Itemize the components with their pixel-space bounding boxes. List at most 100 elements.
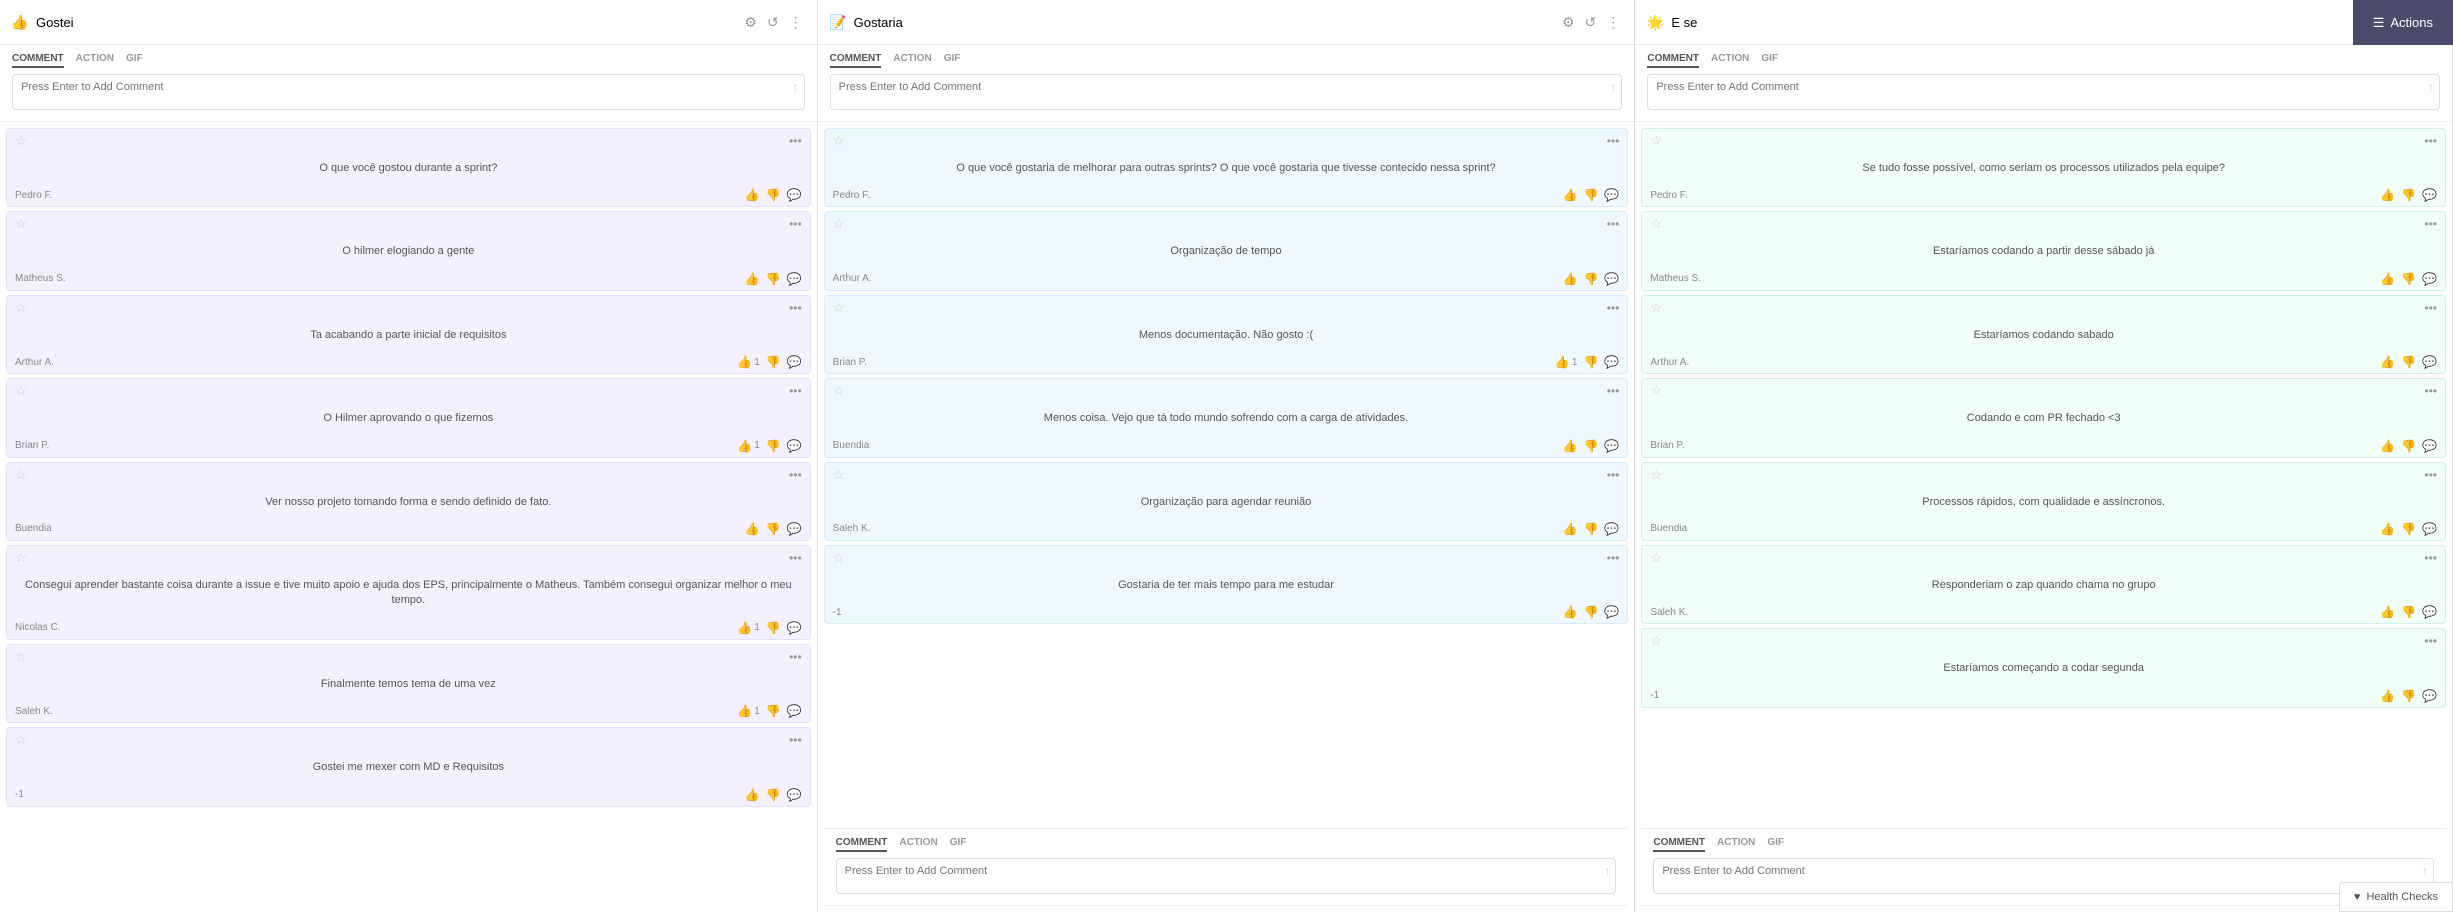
- tab-gif-gostaria[interactable]: GIF: [944, 53, 961, 68]
- comment-input-gostaria-bottom[interactable]: [836, 858, 1617, 894]
- tab-comment-gostaria[interactable]: COMMENT: [830, 53, 882, 68]
- menu-gostaria-4[interactable]: •••: [1607, 384, 1620, 398]
- star-ese-4[interactable]: ☆: [1650, 383, 1662, 399]
- dislike-ese-6[interactable]: 👎: [2401, 605, 2416, 619]
- refresh-icon-gostaria[interactable]: ↺: [1583, 12, 1599, 33]
- comment-gostei-1[interactable]: 💬: [787, 188, 802, 202]
- dislike-gostei-5[interactable]: 👎: [766, 522, 781, 536]
- like-gostei-2[interactable]: 👍: [745, 272, 760, 286]
- dislike-gostei-1[interactable]: 👎: [766, 188, 781, 202]
- comment-ese-1[interactable]: 💬: [2422, 188, 2437, 202]
- menu-gostei-8[interactable]: •••: [789, 733, 802, 747]
- comment-gostaria-3[interactable]: 💬: [1604, 355, 1619, 369]
- star-gostei-4[interactable]: ☆: [15, 383, 27, 399]
- menu-gostei-2[interactable]: •••: [789, 217, 802, 231]
- dislike-gostaria-6[interactable]: 👎: [1583, 605, 1598, 619]
- menu-icon-gostaria[interactable]: ⋮: [1604, 12, 1622, 33]
- tab-action-gostaria-bottom[interactable]: ACTION: [899, 837, 937, 852]
- star-gostaria-1[interactable]: ☆: [833, 133, 845, 149]
- comment-input-gostaria-top[interactable]: [830, 74, 1623, 110]
- comment-gostei-6[interactable]: 💬: [787, 621, 802, 635]
- comment-gostei-3[interactable]: 💬: [787, 355, 802, 369]
- menu-ese-5[interactable]: •••: [2424, 468, 2437, 482]
- tab-gif-gostaria-bottom[interactable]: GIF: [950, 837, 967, 852]
- star-gostaria-4[interactable]: ☆: [833, 383, 845, 399]
- like-ese-5[interactable]: 👍: [2380, 522, 2395, 536]
- like-ese-1[interactable]: 👍: [2380, 188, 2395, 202]
- star-gostaria-3[interactable]: ☆: [833, 300, 845, 316]
- comment-ese-6[interactable]: 💬: [2422, 605, 2437, 619]
- star-gostaria-6[interactable]: ☆: [833, 550, 845, 566]
- tab-action-gostaria[interactable]: ACTION: [893, 53, 931, 68]
- menu-gostei-5[interactable]: •••: [789, 468, 802, 482]
- tab-comment-ese[interactable]: COMMENT: [1647, 53, 1699, 68]
- comment-ese-2[interactable]: 💬: [2422, 272, 2437, 286]
- star-ese-7[interactable]: ☆: [1650, 633, 1662, 649]
- filter-icon-gostaria[interactable]: ⚙: [1560, 12, 1577, 33]
- comment-gostaria-6[interactable]: 💬: [1604, 605, 1619, 619]
- dislike-gostei-4[interactable]: 👎: [766, 439, 781, 453]
- comment-ese-4[interactable]: 💬: [2422, 439, 2437, 453]
- dislike-gostaria-2[interactable]: 👎: [1583, 272, 1598, 286]
- tab-gif-ese[interactable]: GIF: [1761, 53, 1778, 68]
- menu-gostei-6[interactable]: •••: [789, 551, 802, 565]
- star-ese-3[interactable]: ☆: [1650, 300, 1662, 316]
- tab-comment-gostei[interactable]: COMMENT: [12, 53, 64, 68]
- menu-ese-2[interactable]: •••: [2424, 217, 2437, 231]
- like-ese-2[interactable]: 👍: [2380, 272, 2395, 286]
- comment-gostei-5[interactable]: 💬: [787, 522, 802, 536]
- star-gostei-8[interactable]: ☆: [15, 732, 27, 748]
- tab-comment-ese-bottom[interactable]: COMMENT: [1653, 837, 1705, 852]
- like-gostaria-3[interactable]: 👍 1: [1555, 355, 1578, 369]
- menu-gostei-4[interactable]: •••: [789, 384, 802, 398]
- like-gostei-5[interactable]: 👍: [745, 522, 760, 536]
- comment-gostei-8[interactable]: 💬: [787, 788, 802, 802]
- star-ese-6[interactable]: ☆: [1650, 550, 1662, 566]
- menu-gostaria-1[interactable]: •••: [1607, 134, 1620, 148]
- menu-ese-4[interactable]: •••: [2424, 384, 2437, 398]
- star-gostei-7[interactable]: ☆: [15, 649, 27, 665]
- dislike-gostei-8[interactable]: 👎: [766, 788, 781, 802]
- like-ese-7[interactable]: 👍: [2380, 689, 2395, 703]
- filter-icon-gostei[interactable]: ⚙: [742, 12, 759, 33]
- star-ese-1[interactable]: ☆: [1650, 133, 1662, 149]
- star-gostei-3[interactable]: ☆: [15, 300, 27, 316]
- like-gostaria-6[interactable]: 👍: [1562, 605, 1577, 619]
- tab-gif-ese-bottom[interactable]: GIF: [1767, 837, 1784, 852]
- dislike-gostei-6[interactable]: 👎: [766, 621, 781, 635]
- comment-gostaria-4[interactable]: 💬: [1604, 439, 1619, 453]
- dislike-gostei-3[interactable]: 👎: [766, 355, 781, 369]
- like-ese-3[interactable]: 👍: [2380, 355, 2395, 369]
- star-ese-2[interactable]: ☆: [1650, 216, 1662, 232]
- comment-gostei-2[interactable]: 💬: [787, 272, 802, 286]
- dislike-gostaria-5[interactable]: 👎: [1583, 522, 1598, 536]
- star-gostaria-5[interactable]: ☆: [833, 467, 845, 483]
- dislike-gostaria-3[interactable]: 👎: [1583, 355, 1598, 369]
- like-ese-6[interactable]: 👍: [2380, 605, 2395, 619]
- like-ese-4[interactable]: 👍: [2380, 439, 2395, 453]
- comment-input-ese-bottom[interactable]: [1653, 858, 2434, 894]
- comment-ese-5[interactable]: 💬: [2422, 522, 2437, 536]
- dislike-gostaria-4[interactable]: 👎: [1583, 439, 1598, 453]
- like-gostei-7[interactable]: 👍 1: [737, 704, 760, 718]
- star-gostei-2[interactable]: ☆: [15, 216, 27, 232]
- menu-ese-7[interactable]: •••: [2424, 634, 2437, 648]
- menu-gostaria-3[interactable]: •••: [1607, 301, 1620, 315]
- actions-button[interactable]: ☰ Actions: [2353, 0, 2453, 45]
- comment-gostaria-2[interactable]: 💬: [1604, 272, 1619, 286]
- tab-comment-gostaria-bottom[interactable]: COMMENT: [836, 837, 888, 852]
- menu-gostei-7[interactable]: •••: [789, 650, 802, 664]
- comment-input-gostei[interactable]: [12, 74, 805, 110]
- like-gostaria-5[interactable]: 👍: [1562, 522, 1577, 536]
- menu-ese-1[interactable]: •••: [2424, 134, 2437, 148]
- dislike-ese-5[interactable]: 👎: [2401, 522, 2416, 536]
- health-checks-button[interactable]: ♥ Health Checks: [2339, 882, 2453, 912]
- menu-gostaria-6[interactable]: •••: [1607, 551, 1620, 565]
- comment-ese-7[interactable]: 💬: [2422, 689, 2437, 703]
- menu-gostaria-5[interactable]: •••: [1607, 468, 1620, 482]
- like-gostei-3[interactable]: 👍 1: [737, 355, 760, 369]
- dislike-ese-2[interactable]: 👎: [2401, 272, 2416, 286]
- tab-action-ese-bottom[interactable]: ACTION: [1717, 837, 1755, 852]
- comment-input-ese[interactable]: [1647, 74, 2440, 110]
- star-ese-5[interactable]: ☆: [1650, 467, 1662, 483]
